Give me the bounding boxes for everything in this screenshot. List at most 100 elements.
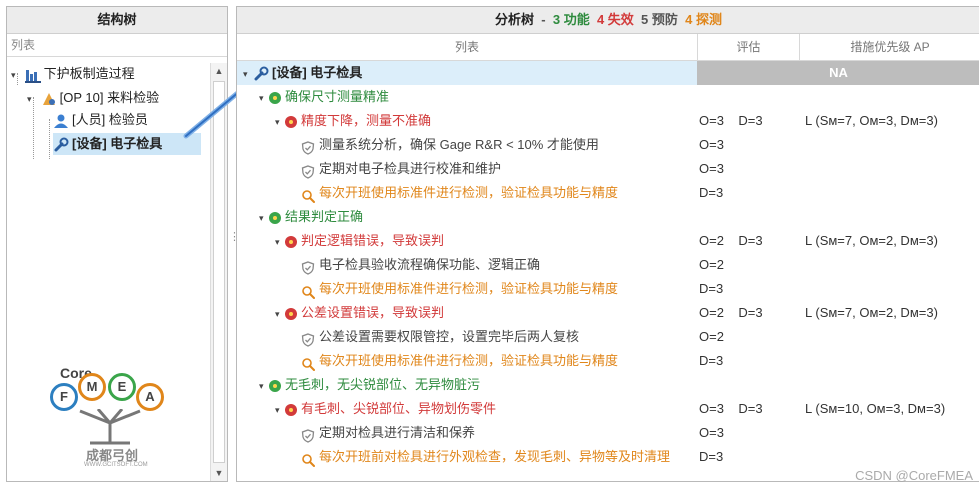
row-content: ▾ 公差设置错误，导致误判 <box>275 301 444 326</box>
tree-node-operation[interactable]: ▾ [OP 10] 来料检验 <box>27 87 159 109</box>
collapse-icon[interactable]: ▾ <box>275 230 285 254</box>
tree-node-process[interactable]: ▾ 下护板制造过程 <box>11 63 135 85</box>
structure-list-column-header[interactable]: 列表 <box>7 34 227 57</box>
detection-row[interactable]: 每次开班使用标准件进行检测，验证检具功能与精度 D=3 <box>237 181 979 205</box>
detection-row[interactable]: 每次开班使用标准件进行检测，验证检具功能与精度 D=3 <box>237 349 979 373</box>
shield-check-icon <box>301 163 315 179</box>
failure-mode-row[interactable]: ▾ 有毛刺、尖锐部位、异物划伤零件 O=3 D=3 L (Sм=10, Oм=3, D… <box>237 397 979 421</box>
magnifier-icon <box>301 355 315 371</box>
failure-mode-row[interactable]: ▾ 精度下降，测量不准确 O=3 D=3 L (Sм=7, Oм=3, Dм=3) <box>237 109 979 133</box>
corefmea-logo: Core F M E A 成都弓创 WWW.GCITSOFT.COM <box>50 365 170 475</box>
failure-icon <box>285 403 297 416</box>
row-label: 测量系统分析，确保 Gage R&R < 10% 才能使用 <box>319 137 599 152</box>
row-content: 电子检具验收流程确保功能、逻辑正确 <box>291 253 540 277</box>
row-label: 每次开班前对检具进行外观检查，发现毛刺、异物等及时清理 <box>319 449 671 464</box>
row-content: 每次开班使用标准件进行检测，验证检具功能与精度 <box>291 181 618 205</box>
eval-column-header[interactable]: 评估 <box>698 34 800 60</box>
ap-column-header[interactable]: 措施优先级 AP <box>800 34 979 60</box>
row-label: [设备] 电子检具 <box>272 65 363 80</box>
function-row[interactable]: ▾ 无毛刺，无尖锐部位、无异物脏污 <box>237 373 979 397</box>
functions-count: 3 功能 <box>552 12 590 27</box>
eval-value: O=2 <box>699 257 724 272</box>
scroll-down-icon[interactable]: ▼ <box>211 465 227 481</box>
row-label: 定期对检具进行清洁和保养 <box>319 425 476 440</box>
analysis-tree-panel: 分析树 - 3 功能 4 失效 5 预防 4 探测 列表 评估 措施优先级 AP… <box>236 6 979 482</box>
logo-letter-a: A <box>136 383 164 411</box>
logo-letter-m: M <box>78 373 106 401</box>
row-label: 公差设置错误，导致误判 <box>301 305 445 320</box>
eval-value: O=2 D=3 <box>699 233 763 248</box>
collapse-icon[interactable]: ▾ <box>275 110 285 134</box>
row-label: 判定逻辑错误，导致误判 <box>301 233 445 248</box>
row-label: 结果判定正确 <box>285 209 364 224</box>
row-label: 每次开班使用标准件进行检测，验证检具功能与精度 <box>319 281 619 296</box>
failure-mode-row[interactable]: ▾ 公差设置错误，导致误判 O=2 D=3 L (Sм=7, Oм=2, Dм=3) <box>237 301 979 325</box>
prevention-row[interactable]: 公差设置需要权限管控，设置完毕后两人复核 O=2 <box>237 325 979 349</box>
detection-row[interactable]: 每次开班使用标准件进行检测，验证检具功能与精度 D=3 <box>237 277 979 301</box>
collapse-icon[interactable]: ▾ <box>259 86 269 110</box>
function-row[interactable]: ▾ 结果判定正确 <box>237 205 979 229</box>
eval-value: D=3 <box>699 353 724 368</box>
logo-tree-icon <box>79 409 141 445</box>
failures-count: 4 失效 <box>596 12 634 27</box>
row-label: 精度下降，测量不准确 <box>301 113 432 128</box>
eval-value: D=3 <box>699 281 724 296</box>
prevention-row[interactable]: 测量系统分析，确保 Gage R&R < 10% 才能使用 O=3 <box>237 133 979 157</box>
tree-node-equipment-selected[interactable]: [设备] 电子检具 <box>53 133 201 155</box>
prevention-row[interactable]: 定期对电子检具进行校准和维护 O=3 <box>237 157 979 181</box>
collapse-icon[interactable]: ▾ <box>275 302 285 326</box>
row-label: 每次开班使用标准件进行检测，验证检具功能与精度 <box>319 185 619 200</box>
prevention-row[interactable]: 定期对检具进行清洁和保养 O=3 <box>237 421 979 445</box>
row-label: 有毛刺、尖锐部位、异物划伤零件 <box>301 401 497 416</box>
row-content: ▾ 判定逻辑错误，导致误判 <box>275 229 444 254</box>
row-content: ▾ 有毛刺、尖锐部位、异物划伤零件 <box>275 397 496 422</box>
function-icon <box>269 379 281 392</box>
row-label: 确保尺寸测量精准 <box>285 89 390 104</box>
row-content: ▾ 确保尺寸测量精准 <box>259 85 389 110</box>
row-content: ▾ 结果判定正确 <box>259 205 363 230</box>
detections-count: 4 探测 <box>685 12 722 27</box>
row-label: 定期对电子检具进行校准和维护 <box>319 161 502 176</box>
list-column-header[interactable]: 列表 <box>237 34 698 60</box>
row-content: 每次开班使用标准件进行检测，验证检具功能与精度 <box>291 349 618 373</box>
logo-letter-f: F <box>50 383 78 411</box>
eval-value: O=2 D=3 <box>699 305 763 320</box>
wrench-icon <box>53 137 69 153</box>
operation-icon <box>41 91 57 107</box>
detection-row[interactable]: 每次开班前对检具进行外观检查，发现毛刺、异物等及时清理 D=3 <box>237 445 979 469</box>
failure-mode-row[interactable]: ▾ 判定逻辑错误，导致误判 O=2 D=3 L (Sм=7, Oм=2, Dм=3) <box>237 229 979 253</box>
prevention-row[interactable]: 电子检具验收流程确保功能、逻辑正确 O=2 <box>237 253 979 277</box>
row-content: ▾ [设备] 电子检具 <box>243 61 362 86</box>
row-content: 每次开班前对检具进行外观检查，发现毛刺、异物等及时清理 <box>291 445 670 469</box>
failure-icon <box>285 115 297 128</box>
equipment-row[interactable]: ▾ [设备] 电子检具 NA <box>237 61 979 85</box>
row-content: 公差设置需要权限管控，设置完毕后两人复核 <box>291 325 579 349</box>
analysis-rows: ▾ [设备] 电子检具 NA ▾ 确保尺寸测量精准 ▾ 精度下降，测量不准确 O=3 D=3 L… <box>237 61 979 481</box>
collapse-icon[interactable]: ▾ <box>259 374 269 398</box>
row-content: ▾ 无毛刺，无尖锐部位、无异物脏污 <box>259 373 480 398</box>
analysis-tree-header: 分析树 - 3 功能 4 失效 5 预防 4 探测 <box>237 7 979 34</box>
ap-value: L (Sм=7, Oм=2, Dм=3) <box>805 233 938 248</box>
eval-value: O=3 D=3 <box>699 401 763 416</box>
row-content: ▾ 精度下降，测量不准确 <box>275 109 431 134</box>
collapse-icon[interactable]: ▾ <box>259 206 269 230</box>
header-separator: - <box>541 12 546 27</box>
shield-check-icon <box>301 427 315 443</box>
structure-tree-title: 结构树 <box>7 7 227 34</box>
column-headers: 列表 评估 措施优先级 AP <box>237 34 979 61</box>
watermark: CSDN @CoreFMEA <box>855 468 973 483</box>
collapse-icon[interactable]: ▾ <box>275 398 285 422</box>
tree-node-person[interactable]: [人员] 检验员 <box>53 109 148 131</box>
eval-value: O=2 <box>699 329 724 344</box>
tree-node-label: [人员] 检验员 <box>72 112 148 127</box>
logo-letter-e: E <box>108 373 136 401</box>
collapse-icon[interactable]: ▾ <box>243 62 253 86</box>
function-row[interactable]: ▾ 确保尺寸测量精准 <box>237 85 979 109</box>
ap-value: L (Sм=10, Oм=3, Dм=3) <box>805 401 946 416</box>
collapse-icon[interactable]: ▾ <box>11 64 21 86</box>
ap-value: NA <box>697 61 979 85</box>
collapse-icon[interactable]: ▾ <box>27 88 37 110</box>
eval-value: D=3 <box>699 449 724 464</box>
function-icon <box>269 211 281 224</box>
wrench-icon <box>253 66 269 82</box>
